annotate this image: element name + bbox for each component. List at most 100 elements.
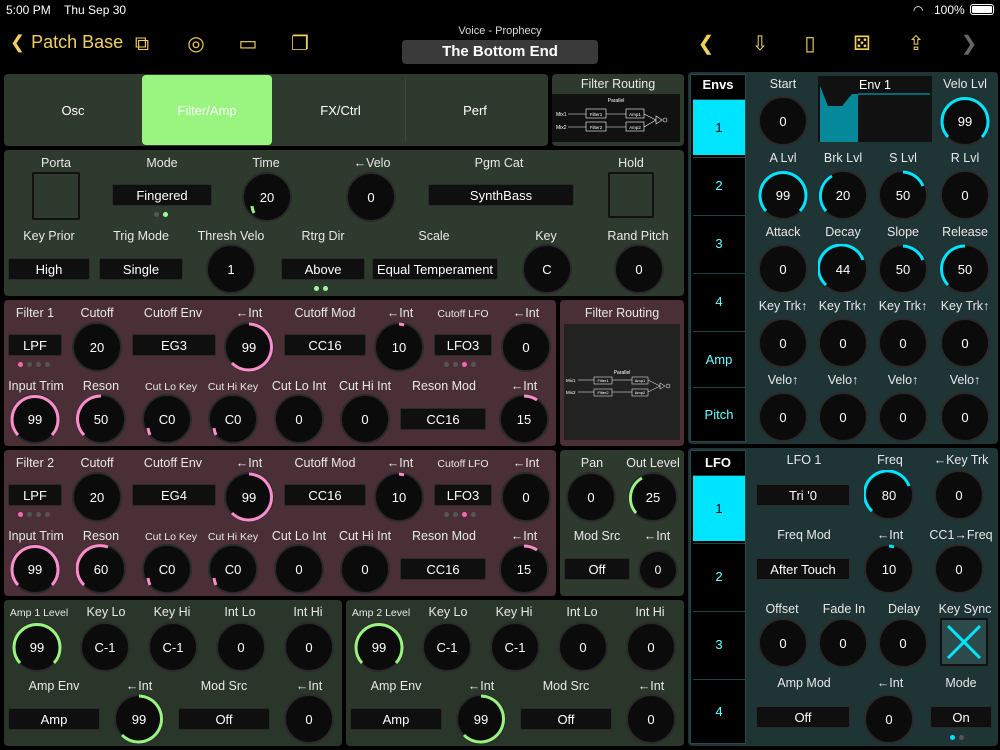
env-param-knob[interactable]: 99 [758, 170, 808, 220]
hold-toggle[interactable] [608, 172, 654, 218]
env-tab-3[interactable]: 3 [693, 215, 745, 271]
lfo-key-sync-toggle[interactable] [940, 618, 988, 666]
send-to-synth-icon[interactable]: ⇩ [746, 32, 774, 56]
amp2-level-knob[interactable]: 99 [354, 622, 404, 672]
filter2-reson-int-knob[interactable]: 15 [499, 544, 549, 594]
filter1-reson-mod-select[interactable]: CC16 [400, 408, 486, 430]
pgm-cat-select[interactable]: SynthBass [428, 184, 574, 206]
amp1-mod-src-select[interactable]: Off [178, 708, 270, 730]
filter2-trim-knob[interactable]: 99 [10, 544, 60, 594]
env-tab-4[interactable]: 4 [693, 273, 745, 329]
filter1-trim-knob[interactable]: 99 [10, 394, 60, 444]
share-icon[interactable]: ⇪ [902, 32, 930, 56]
lfo-key-trk-knob[interactable]: 0 [934, 470, 984, 520]
filter1-lo-key-knob[interactable]: C0 [142, 394, 192, 444]
time-knob[interactable]: 20 [242, 172, 292, 222]
filter1-type-select[interactable]: LPF [8, 334, 62, 356]
lfo-wave-select[interactable]: Tri '0 [756, 484, 850, 506]
env-param-knob[interactable]: 0 [758, 392, 808, 442]
amp1-mod-int-knob[interactable]: 0 [284, 694, 334, 744]
lfo-tab-3[interactable]: 3 [693, 611, 745, 677]
filter2-mod-int-knob[interactable]: 10 [374, 472, 424, 522]
filter2-env-int-knob[interactable]: 99 [224, 472, 274, 522]
rand-pitch-knob[interactable]: 0 [614, 244, 664, 294]
tab-fx-ctrl[interactable]: FX/Ctrl [276, 78, 406, 142]
filter2-type-select[interactable]: LPF [8, 484, 62, 506]
tab-osc[interactable]: Osc [8, 78, 138, 142]
filter1-env-int-knob[interactable]: 99 [224, 322, 274, 372]
env-param-knob[interactable]: 99 [940, 96, 990, 146]
env-param-knob[interactable]: 0 [758, 244, 808, 294]
env-param-knob[interactable]: 20 [818, 170, 868, 220]
filter2-lo-key-knob[interactable]: C0 [142, 544, 192, 594]
filter2-lfo-select[interactable]: LFO3 [434, 484, 492, 506]
filter1-mod-int-knob[interactable]: 10 [374, 322, 424, 372]
amp2-mod-src-select[interactable]: Off [520, 708, 612, 730]
lfo-offset-knob[interactable]: 0 [758, 618, 808, 668]
scale-select[interactable]: Equal Temperament [372, 258, 498, 280]
lfo-cc1-knob[interactable]: 0 [934, 544, 984, 594]
filter-routing-panel[interactable]: Filter Routing Parallel Mix1 Mix2 Filter… [552, 74, 684, 146]
env-param-knob[interactable]: 0 [940, 318, 990, 368]
filter2-hi-key-knob[interactable]: C0 [208, 544, 258, 594]
env-param-knob[interactable]: 50 [940, 244, 990, 294]
windows-icon[interactable]: ⧉ [128, 32, 156, 56]
amp2-mod-int-knob[interactable]: 0 [626, 694, 676, 744]
lfo-fade-knob[interactable]: 0 [818, 618, 868, 668]
env-param-knob[interactable]: 50 [878, 170, 928, 220]
patch-name[interactable]: The Bottom End [402, 40, 598, 64]
filter1-cutoff-knob[interactable]: 20 [72, 322, 122, 372]
env-param-knob[interactable]: 44 [818, 244, 868, 294]
amp1-int-hi-knob[interactable]: 0 [284, 622, 334, 672]
filter2-reson-mod-select[interactable]: CC16 [400, 558, 486, 580]
lfo-freq-knob[interactable]: 80 [864, 470, 914, 520]
porta-toggle[interactable] [32, 172, 80, 220]
document-icon[interactable]: ▯ [796, 32, 824, 56]
env-param-knob[interactable]: 0 [940, 392, 990, 442]
amp1-key-lo-knob[interactable]: C-1 [80, 622, 130, 672]
lfo-freq-mod-select[interactable]: After Touch [756, 558, 850, 580]
tab-perf[interactable]: Perf [410, 78, 540, 142]
amp1-key-hi-knob[interactable]: C-1 [148, 622, 198, 672]
amp2-env-int-knob[interactable]: 99 [456, 694, 506, 744]
filter2-mod-select[interactable]: CC16 [284, 484, 366, 506]
env-param-knob[interactable]: 0 [818, 318, 868, 368]
filter1-hi-int-knob[interactable]: 0 [340, 394, 390, 444]
filter2-lo-int-knob[interactable]: 0 [274, 544, 324, 594]
env-tab-2[interactable]: 2 [693, 157, 745, 213]
lfo-amp-mod-select[interactable]: Off [756, 706, 850, 728]
key-prior-select[interactable]: High [8, 258, 90, 280]
env-param-knob[interactable]: 0 [818, 392, 868, 442]
out-int-knob[interactable]: 0 [638, 550, 678, 590]
env-param-knob[interactable]: 0 [758, 318, 808, 368]
env-param-knob[interactable]: 0 [878, 392, 928, 442]
lfo-mode-select[interactable]: On [930, 706, 992, 728]
chevron-right-icon[interactable]: ❯ [955, 32, 983, 56]
out-level-knob[interactable]: 25 [628, 472, 678, 522]
lfo-amp-int-knob[interactable]: 0 [864, 694, 914, 744]
filter1-lo-int-knob[interactable]: 0 [274, 394, 324, 444]
lfo-tab-1[interactable]: 1 [693, 475, 745, 541]
amp1-env-select[interactable]: Amp [8, 708, 100, 730]
mode-select[interactable]: Fingered [112, 184, 212, 206]
filter1-lfo-int-knob[interactable]: 0 [501, 322, 551, 372]
copy-icon[interactable]: ❐ [286, 32, 314, 56]
trig-mode-select[interactable]: Single [99, 258, 183, 280]
pan-knob[interactable]: 0 [566, 472, 616, 522]
filter2-env-select[interactable]: EG4 [132, 484, 216, 506]
velo-knob[interactable]: 0 [346, 172, 396, 222]
env-param-knob[interactable]: 50 [878, 244, 928, 294]
filter2-hi-int-knob[interactable]: 0 [340, 544, 390, 594]
amp2-int-hi-knob[interactable]: 0 [626, 622, 676, 672]
randomize-dice-icon[interactable]: ⚄ [848, 32, 876, 56]
filter2-reson-knob[interactable]: 60 [76, 544, 126, 594]
amp1-env-int-knob[interactable]: 99 [114, 694, 164, 744]
lfo-tab-2[interactable]: 2 [693, 543, 745, 609]
filter1-env-select[interactable]: EG3 [132, 334, 216, 356]
env-param-knob[interactable]: 0 [758, 96, 808, 146]
lfo-int-knob[interactable]: 10 [864, 544, 914, 594]
folder-icon[interactable]: ▭ [234, 32, 262, 56]
key-knob[interactable]: C [522, 244, 572, 294]
env-tab-1[interactable]: 1 [693, 99, 745, 155]
filter2-cutoff-knob[interactable]: 20 [72, 472, 122, 522]
